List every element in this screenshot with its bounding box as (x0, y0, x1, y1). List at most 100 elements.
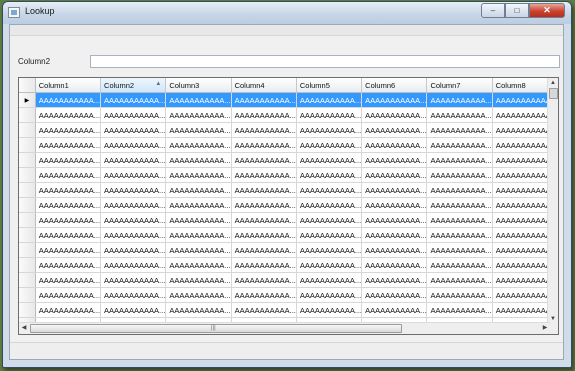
grid-cell[interactable]: AAAAAAAAAAA... (361, 92, 428, 108)
grid-cell[interactable]: AAAAAAAAAAA... (361, 212, 428, 228)
row-header[interactable] (19, 137, 36, 153)
grid-cell[interactable]: AAAAAAAAAAA... (165, 122, 232, 138)
grid-cell[interactable]: AAAAAAAAAAA... (296, 107, 363, 123)
grid-cell[interactable]: AAAAAAAAAAA... (361, 302, 428, 318)
table-row[interactable]: AAAAAAAAAAA...AAAAAAAAAAA...AAAAAAAAAAA.… (19, 167, 558, 183)
grid-cell[interactable]: AAAAAAAAAAA... (165, 197, 232, 213)
table-row[interactable]: AAAAAAAAAAA...AAAAAAAAAAA...AAAAAAAAAAA.… (19, 197, 558, 213)
grid-cell[interactable]: AAAAAAAAAAA... (426, 302, 493, 318)
table-row[interactable]: AAAAAAAAAAA...AAAAAAAAAAA...AAAAAAAAAAA.… (19, 257, 558, 273)
grid-cell[interactable]: AAAAAAAAAAA... (231, 182, 297, 198)
grid-cell[interactable]: AAAAAAAAAAA... (361, 227, 428, 243)
grid-cell[interactable]: AAAAAAAAAAA... (100, 302, 167, 318)
grid-cell[interactable]: AAAAAAAAAAA... (426, 257, 493, 273)
grid-cell[interactable]: AAAAAAAAAAA... (426, 227, 493, 243)
grid-cell[interactable]: AAAAAAAAAAA... (100, 107, 167, 123)
grid-cell[interactable]: AAAAAAAAAAA... (35, 107, 102, 123)
vertical-scrollbar[interactable]: ▲ ▼ (547, 78, 558, 324)
grid-cell[interactable]: AAAAAAAAAAA... (296, 302, 363, 318)
scroll-up-icon[interactable]: ▲ (548, 78, 558, 88)
grid-cell[interactable]: AAAAAAAAAAA... (100, 242, 167, 258)
table-row[interactable]: AAAAAAAAAAA...AAAAAAAAAAA...AAAAAAAAAAA.… (19, 242, 558, 258)
grid-cell[interactable]: AAAAAAAAAAA... (100, 287, 167, 303)
grid-cell[interactable]: AAAAAAAAAAA... (361, 122, 428, 138)
row-header[interactable] (19, 227, 36, 243)
grid-cell[interactable]: AAAAAAAAAAA... (100, 227, 167, 243)
grid-cell[interactable]: AAAAAAAAAAA... (231, 107, 297, 123)
grid-cell[interactable]: AAAAAAAAAAA... (361, 167, 428, 183)
grid-cell[interactable]: AAAAAAAAAAA... (426, 197, 493, 213)
grid-cell[interactable]: AAAAAAAAAAA... (35, 242, 102, 258)
grid-cell[interactable]: AAAAAAAAAAA... (426, 242, 493, 258)
grid-cell[interactable]: AAAAAAAAAAA... (361, 152, 428, 168)
grid-cell[interactable]: AAAAAAAAAAA... (426, 272, 493, 288)
vertical-scroll-thumb[interactable] (549, 88, 558, 99)
grid-cell[interactable]: AAAAAAAAAAA... (35, 182, 102, 198)
grid-cell[interactable]: AAAAAAAAAAA... (231, 167, 297, 183)
grid-cell[interactable]: AAAAAAAAAAA... (296, 167, 363, 183)
table-row[interactable]: AAAAAAAAAAA...AAAAAAAAAAA...AAAAAAAAAAA.… (19, 182, 558, 198)
grid-cell[interactable]: AAAAAAAAAAA... (231, 197, 297, 213)
grid-cell[interactable]: AAAAAAAAAAA... (35, 122, 102, 138)
grid-cell[interactable]: AAAAAAAAAAA... (231, 122, 297, 138)
grid-cell[interactable]: AAAAAAAAAAA... (165, 107, 232, 123)
grid-cell[interactable]: AAAAAAAAAAA... (296, 92, 363, 108)
column-header-4[interactable]: Column4 (231, 78, 297, 93)
grid-cell[interactable]: AAAAAAAAAAA... (100, 137, 167, 153)
column-header-1[interactable]: Column1 (35, 78, 102, 93)
table-row[interactable]: AAAAAAAAAAA...AAAAAAAAAAA...AAAAAAAAAAA.… (19, 122, 558, 138)
grid-cell[interactable]: AAAAAAAAAAA... (165, 167, 232, 183)
grid-cell[interactable]: AAAAAAAAAAA... (35, 212, 102, 228)
grid-cell[interactable]: AAAAAAAAAAA... (165, 227, 232, 243)
grid-cell[interactable]: AAAAAAAAAAA... (100, 167, 167, 183)
table-row[interactable]: AAAAAAAAAAA...AAAAAAAAAAA...AAAAAAAAAAA.… (19, 302, 558, 318)
grid-cell[interactable]: AAAAAAAAAAA... (296, 212, 363, 228)
row-header[interactable] (19, 257, 36, 273)
grid-cell[interactable]: AAAAAAAAAAA... (35, 92, 102, 108)
grid-cell[interactable]: AAAAAAAAAAA... (426, 212, 493, 228)
column-header-2[interactable]: Column2 ▲ (100, 78, 167, 93)
row-header[interactable] (19, 152, 36, 168)
grid-cell[interactable]: AAAAAAAAAAA... (165, 137, 232, 153)
column-header-7[interactable]: Column7 (426, 78, 493, 93)
grid-cell[interactable]: AAAAAAAAAAA... (100, 152, 167, 168)
grid-cell[interactable]: AAAAAAAAAAA... (100, 92, 167, 108)
grid-cell[interactable]: AAAAAAAAAAA... (361, 197, 428, 213)
grid-cell[interactable]: AAAAAAAAAAA... (426, 92, 493, 108)
grid-cell[interactable]: AAAAAAAAAAA... (231, 212, 297, 228)
row-header[interactable]: ▶ (19, 92, 36, 108)
grid-cell[interactable]: AAAAAAAAAAA... (296, 257, 363, 273)
grid-cell[interactable]: AAAAAAAAAAA... (100, 122, 167, 138)
corner-header[interactable] (19, 78, 36, 93)
grid-cell[interactable]: AAAAAAAAAAA... (426, 137, 493, 153)
minimize-button[interactable]: – (481, 3, 505, 18)
grid-cell[interactable]: AAAAAAAAAAA... (296, 182, 363, 198)
grid-cell[interactable]: AAAAAAAAAAA... (361, 257, 428, 273)
grid-cell[interactable]: AAAAAAAAAAA... (231, 242, 297, 258)
table-row[interactable]: AAAAAAAAAAA...AAAAAAAAAAA...AAAAAAAAAAA.… (19, 227, 558, 243)
grid-cell[interactable]: AAAAAAAAAAA... (231, 137, 297, 153)
table-row[interactable]: AAAAAAAAAAA...AAAAAAAAAAA...AAAAAAAAAAA.… (19, 137, 558, 153)
grid-cell[interactable]: AAAAAAAAAAA... (35, 197, 102, 213)
grid-cell[interactable]: AAAAAAAAAAA... (231, 257, 297, 273)
grid-cell[interactable]: AAAAAAAAAAA... (296, 137, 363, 153)
grid-cell[interactable]: AAAAAAAAAAA... (426, 182, 493, 198)
grid-cell[interactable]: AAAAAAAAAAA... (35, 272, 102, 288)
grid-cell[interactable]: AAAAAAAAAAA... (100, 212, 167, 228)
grid-cell[interactable]: AAAAAAAAAAA... (165, 272, 232, 288)
grid-cell[interactable]: AAAAAAAAAAA... (100, 182, 167, 198)
grid-cell[interactable]: AAAAAAAAAAA... (35, 227, 102, 243)
grid-cell[interactable]: AAAAAAAAAAA... (296, 287, 363, 303)
column-header-6[interactable]: Column6 (361, 78, 428, 93)
row-header[interactable] (19, 287, 36, 303)
scroll-left-icon[interactable]: ◀ (19, 323, 29, 334)
grid-cell[interactable]: AAAAAAAAAAA... (35, 257, 102, 273)
row-header[interactable] (19, 122, 36, 138)
column-header-3[interactable]: Column3 (165, 78, 232, 93)
grid-cell[interactable]: AAAAAAAAAAA... (426, 167, 493, 183)
filter-input[interactable] (90, 55, 560, 68)
grid-cell[interactable]: AAAAAAAAAAA... (35, 302, 102, 318)
grid-cell[interactable]: AAAAAAAAAAA... (35, 167, 102, 183)
table-row[interactable]: AAAAAAAAAAA... AAAAAAAAAAA... AAAAAAAAAAA.… (19, 272, 558, 288)
grid-cell[interactable]: AAAAAAAAAAA... (165, 182, 232, 198)
